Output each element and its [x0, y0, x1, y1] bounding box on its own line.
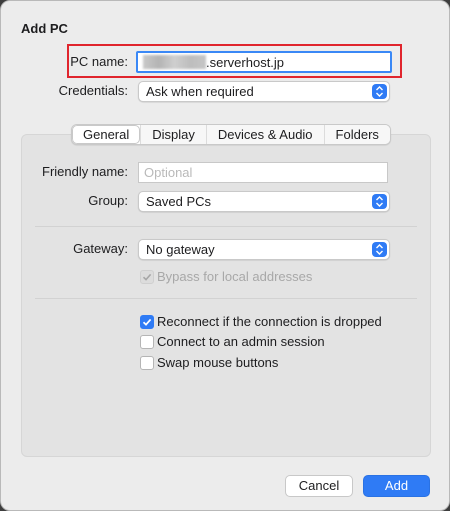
tab-display[interactable]: Display — [140, 125, 206, 144]
add-pc-dialog: Add PC PC name: .serverhost.jp Credentia… — [0, 0, 450, 511]
tab-folders[interactable]: Folders — [323, 125, 390, 144]
checkmark-icon — [142, 318, 152, 326]
credentials-value: Ask when required — [146, 84, 254, 99]
admin-session-checkbox[interactable] — [140, 335, 154, 349]
gateway-value: No gateway — [146, 242, 215, 257]
add-button[interactable]: Add — [363, 475, 430, 497]
gateway-select[interactable]: No gateway — [138, 239, 390, 260]
tab-bar: General Display Devices & Audio Folders — [71, 124, 391, 145]
friendly-name-placeholder: Optional — [144, 165, 193, 180]
divider — [35, 298, 417, 299]
credentials-select[interactable]: Ask when required — [138, 81, 390, 102]
credentials-label: Credentials: — [58, 83, 128, 98]
cancel-button[interactable]: Cancel — [285, 475, 353, 497]
swap-mouse-checkbox[interactable] — [140, 356, 154, 370]
updown-icon — [372, 194, 387, 209]
swap-mouse-label: Swap mouse buttons — [157, 355, 279, 370]
checkmark-icon — [142, 273, 152, 281]
updown-icon — [372, 242, 387, 257]
updown-icon — [372, 84, 387, 99]
group-select[interactable]: Saved PCs — [138, 191, 390, 212]
gateway-label: Gateway: — [73, 241, 128, 256]
reconnect-checkbox[interactable] — [140, 315, 154, 329]
divider — [35, 226, 417, 227]
tab-devices-audio[interactable]: Devices & Audio — [205, 125, 324, 144]
group-value: Saved PCs — [146, 194, 212, 209]
bypass-label: Bypass for local addresses — [157, 269, 313, 284]
highlight-annotation — [67, 44, 402, 78]
bypass-checkbox[interactable] — [140, 270, 154, 284]
admin-session-label: Connect to an admin session — [157, 334, 325, 349]
friendly-name-input[interactable]: Optional — [138, 162, 388, 183]
reconnect-label: Reconnect if the connection is dropped — [157, 314, 382, 329]
friendly-name-label: Friendly name: — [42, 164, 128, 179]
dialog-title: Add PC — [21, 21, 68, 36]
tab-general[interactable]: General — [72, 125, 141, 144]
group-label: Group: — [88, 193, 128, 208]
